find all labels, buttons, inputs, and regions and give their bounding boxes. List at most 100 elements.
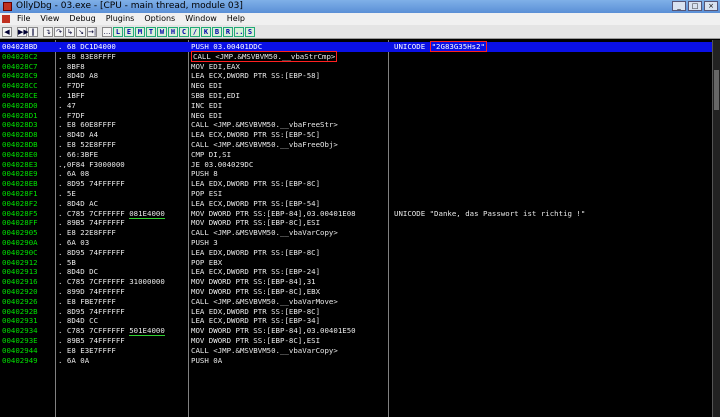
- hex-bytes: . E8 FBE7FFFF: [58, 296, 116, 306]
- disasm-row[interactable]: 0040293E . 89B5 74FFFFFF MOV DWORD PTR SS:…: [0, 336, 720, 346]
- disasm-row[interactable]: 00402931 . 8D4D CC LEA ECX,DWORD PTR SS:[E…: [0, 316, 720, 326]
- toolbar-trace-into-button[interactable]: ↳: [65, 26, 75, 37]
- disasm-row[interactable]: 004028D1 . F7DF NEG EDI: [0, 111, 720, 121]
- disasm-row[interactable]: 004028C7 . 8BF8 MOV EDI,EAX: [0, 62, 720, 72]
- menu-view[interactable]: View: [35, 13, 64, 25]
- disassembly-cell: CALL <JMP.&MSVBVM50.__vbaFreeObj>: [191, 140, 338, 149]
- toolbar-step-into-button[interactable]: ↴: [43, 26, 53, 37]
- disassembly-cell: LEA ECX,DWORD PTR SS:[EBP-58]: [191, 71, 321, 81]
- disasm-row[interactable]: 0040290A . 6A 03 PUSH 3: [0, 238, 720, 248]
- window-title: OllyDbg - 03.exe - [CPU - main thread, m…: [16, 1, 243, 11]
- disasm-row[interactable]: 00402926 . E8 FBE7FFFF CALL <JMP.&MSVBVM50…: [0, 297, 720, 307]
- hex-dump-cell: . E8 52E8FFFF: [58, 140, 116, 150]
- menu-window[interactable]: Window: [180, 13, 222, 25]
- menu-help[interactable]: Help: [222, 13, 250, 25]
- hex-dump-cell: . 8D4D CC: [58, 316, 98, 326]
- disasm-row[interactable]: 004028E0 . 66:3BFE CMP DI,SI: [0, 150, 720, 160]
- hex-dump-cell: . 6A 0A: [58, 356, 89, 366]
- disasm-row[interactable]: 004028BD. 68 DC1D4000 PUSH 03.00401DDC UNI…: [0, 41, 720, 52]
- disasm-row[interactable]: 004028C9 . 8D4D A8 LEA ECX,DWORD PTR SS:[E…: [0, 71, 720, 81]
- toolbar-step-over-button[interactable]: ↷: [54, 26, 64, 37]
- disasm-row[interactable]: 004028E9 . 6A 08 PUSH 8: [0, 169, 720, 179]
- address-cell: 004028DB: [2, 140, 38, 149]
- disasm-row[interactable]: 004028E3 .,0F84 F3000000 JE 03.004029DC: [0, 160, 720, 170]
- disasm-row[interactable]: 004028FF . 89B5 74FFFFFF MOV DWORD PTR SS:…: [0, 218, 720, 228]
- toolbar-log-button[interactable]: L: [113, 26, 123, 37]
- disasm-row[interactable]: 004028F2 . 8D4D AC LEA ECX,DWORD PTR SS:[E…: [0, 199, 720, 209]
- disasm-row[interactable]: 00402920 . 899D 74FFFFFF MOV DWORD PTR SS:…: [0, 287, 720, 297]
- hex-dump-cell: . 47: [58, 101, 76, 111]
- toolbar-breakpoints-button[interactable]: B: [212, 26, 222, 37]
- disasm-row[interactable]: 0040290C . 8D95 74FFFFFF LEA EDX,DWORD PTR…: [0, 248, 720, 258]
- toolbar-cpu-button[interactable]: C: [179, 26, 189, 37]
- disasm-row[interactable]: 00402916 . C785 7CFFFFFF 31000000 MOV DWOR…: [0, 277, 720, 287]
- toolbar-run-button[interactable]: ▶▶: [17, 26, 29, 37]
- toolbar-goto-button[interactable]: …: [102, 26, 112, 37]
- hex-bytes: . 8D4D AC: [58, 198, 99, 208]
- hex-bytes: . 8D4D A8: [58, 71, 99, 81]
- vertical-scrollbar[interactable]: [712, 40, 720, 417]
- disasm-row[interactable]: 004028CC . F7DF NEG EDI: [0, 81, 720, 91]
- disasm-row[interactable]: 004028D0 . 47 INC EDI: [0, 101, 720, 111]
- toolbar-runtrace-button[interactable]: ...: [234, 26, 248, 37]
- menu-plugins[interactable]: Plugins: [101, 13, 140, 25]
- menu-debug[interactable]: Debug: [64, 13, 100, 25]
- toolbar-threads-button[interactable]: T: [146, 26, 156, 37]
- disassembly-cell: NEG EDI: [191, 110, 223, 120]
- disasm-row[interactable]: 00402912 . 5B POP EBX: [0, 258, 720, 268]
- disassembly-cell: CALL <JMP.&MSVBVM50.__vbaStrCmp>: [191, 50, 338, 62]
- disasm-row[interactable]: 004028D3 . E8 60E8FFFF CALL <JMP.&MSVBVM50…: [0, 120, 720, 130]
- disassembly-cell: LEA ECX,DWORD PTR SS:[EBP-54]: [191, 198, 321, 208]
- disasm-row[interactable]: 004028F5 . C785 7CFFFFFF 081E4000 MOV DWOR…: [0, 208, 720, 219]
- toolbar-execute-till-return-button[interactable]: →|: [87, 26, 97, 37]
- hex-bytes: . F7DF: [58, 81, 85, 91]
- toolbar-trace-over-button[interactable]: ↘: [76, 26, 86, 37]
- toolbar-memory-button[interactable]: M: [135, 26, 145, 37]
- disassembly-cell: LEA EDX,DWORD PTR SS:[EBP-8C]: [191, 179, 321, 189]
- disasm-row[interactable]: 004028F1 . 5E POP ESI: [0, 189, 720, 199]
- address-cell: 004028F2: [2, 198, 38, 208]
- address-cell: 004028D3: [2, 120, 38, 130]
- ollydbg-icon: [3, 2, 12, 11]
- toolbar-callstack-button[interactable]: K: [201, 26, 211, 37]
- address-cell: 00402913: [2, 267, 38, 277]
- close-button[interactable]: ×: [704, 1, 718, 11]
- system-menu-icon[interactable]: [2, 15, 10, 23]
- disasm-row[interactable]: 00402949 . 6A 0A PUSH 0A: [0, 356, 720, 366]
- toolbar-pause-button[interactable]: ‖: [28, 26, 38, 37]
- toolbar-open-button[interactable]: ◀: [2, 26, 12, 37]
- disasm-row[interactable]: 00402913 . 8D4D DC LEA ECX,DWORD PTR SS:[E…: [0, 267, 720, 277]
- hex-bytes-reference: 081E4000: [129, 208, 165, 219]
- hex-bytes: . 8D4D CC: [58, 316, 99, 326]
- disasm-row[interactable]: 00402944 . E8 E3E7FFFF CALL <JMP.&MSVBVM50…: [0, 346, 720, 356]
- cpu-disassembly-pane[interactable]: 004028BD. 68 DC1D4000 PUSH 03.00401DDC UNI…: [0, 40, 720, 417]
- hex-dump-cell: . 5E: [58, 189, 76, 199]
- toolbar-patches-button[interactable]: /: [190, 26, 200, 37]
- disassembly-cell: MOV DWORD PTR SS:[EBP-84],03.00401E08: [191, 208, 356, 218]
- disassembly-cell: CALL <JMP.&MSVBVM50.__vbaFreeStr>: [191, 120, 338, 130]
- toolbar-handles-button[interactable]: H: [168, 26, 178, 37]
- hex-bytes: . C785 7CFFFFFF 31000000: [58, 277, 165, 287]
- hex-dump-cell: . 8D4D A4: [58, 130, 98, 140]
- address-cell: 00402931: [2, 316, 38, 326]
- minimize-button[interactable]: _: [672, 1, 686, 11]
- hex-dump-cell: . 1BFF: [58, 91, 85, 101]
- disasm-row[interactable]: 004028EB . 8D95 74FFFFFF LEA EDX,DWORD PTR…: [0, 179, 720, 189]
- maximize-button[interactable]: □: [688, 1, 702, 11]
- disasm-row[interactable]: 00402905 . E8 22E8FFFF CALL <JMP.&MSVBVM50…: [0, 228, 720, 238]
- disasm-row[interactable]: 004028D8 . 8D4D A4 LEA ECX,DWORD PTR SS:[E…: [0, 130, 720, 140]
- menu-file[interactable]: File: [12, 13, 35, 25]
- disasm-row[interactable]: 0040292B . 8D95 74FFFFFF LEA EDX,DWORD PTR…: [0, 307, 720, 317]
- toolbar-references-button[interactable]: R: [223, 26, 233, 37]
- disasm-row[interactable]: 004028CE . 1BFF SBB EDI,EDI: [0, 91, 720, 101]
- scrollbar-thumb[interactable]: [714, 70, 719, 110]
- disasm-row[interactable]: 004028DB . E8 52E8FFFF CALL <JMP.&MSVBVM50…: [0, 140, 720, 150]
- address-cell: 0040290A: [2, 238, 38, 247]
- disasm-row[interactable]: 004028C2 . E8 83E8FFFF CALL <JMP.&MSVBVM50…: [0, 50, 720, 62]
- address-cell: 00402926: [2, 296, 38, 306]
- menu-options[interactable]: Options: [139, 13, 180, 25]
- disasm-row[interactable]: 00402934 . C785 7CFFFFFF 501E4000 MOV DWOR…: [0, 326, 720, 337]
- toolbar-modules-button[interactable]: E: [124, 26, 134, 37]
- toolbar-source-button[interactable]: S: [245, 26, 255, 37]
- toolbar-windows-button[interactable]: W: [157, 26, 167, 37]
